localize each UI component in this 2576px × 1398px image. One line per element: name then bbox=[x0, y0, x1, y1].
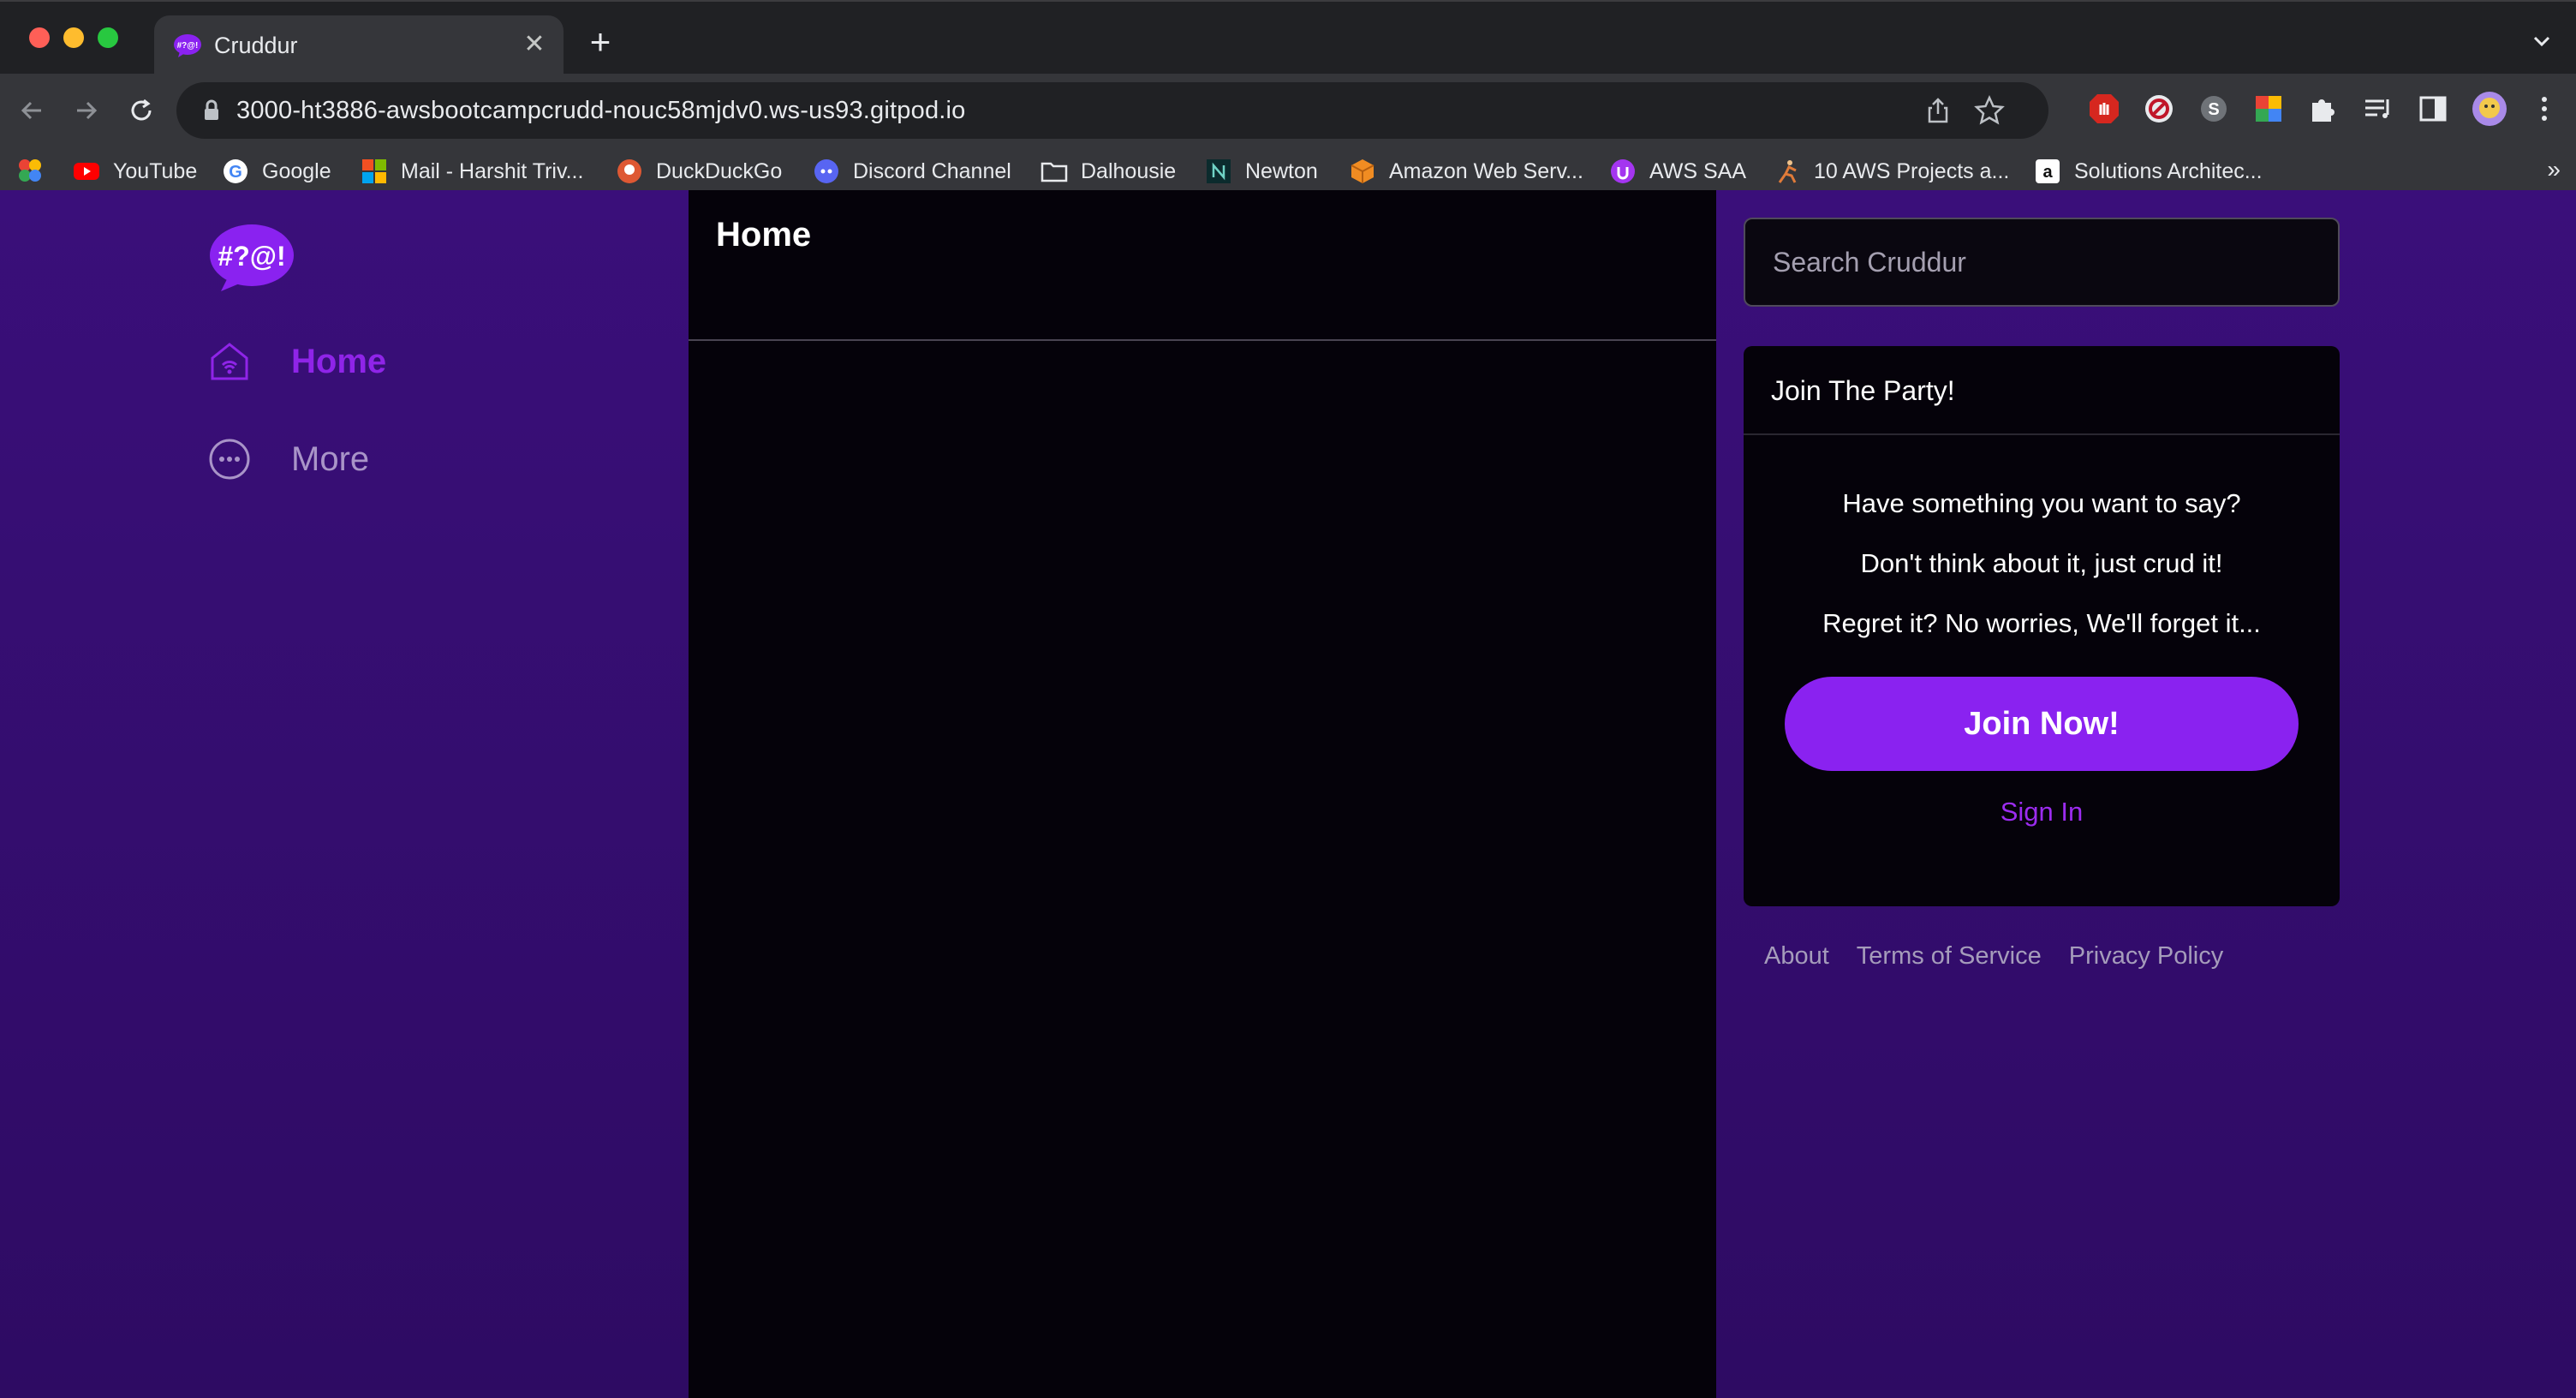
svg-text:G: G bbox=[229, 163, 242, 182]
bookmark-label: YouTube bbox=[113, 158, 198, 183]
bookmark-star-icon[interactable] bbox=[1973, 94, 2006, 127]
bookmark-aws-projects[interactable]: 10 AWS Projects a... bbox=[1773, 156, 2009, 187]
browser-toolbar: 3000-ht3886-awsbootcampcrudd-nouc58mjdv0… bbox=[0, 74, 2576, 206]
reload-icon[interactable] bbox=[122, 91, 161, 130]
pitch-line: Don't think about it, just crud it! bbox=[1860, 548, 2223, 578]
reading-list-icon[interactable] bbox=[2358, 89, 2398, 128]
svg-text:a: a bbox=[2042, 163, 2053, 182]
folder-icon bbox=[1041, 162, 1068, 182]
profile-avatar-icon[interactable] bbox=[2470, 89, 2509, 128]
join-card-header: Join The Party! bbox=[1744, 346, 2340, 435]
minimize-window-button[interactable] bbox=[63, 27, 84, 48]
lock-icon[interactable] bbox=[199, 98, 224, 123]
bookmark-label: Mail - Harshit Triv... bbox=[401, 158, 584, 183]
colorful-extension-icon[interactable] bbox=[2249, 89, 2288, 128]
browser-tab-cruddur[interactable]: #?@! Cruddur ✕ bbox=[154, 15, 564, 75]
google-icon: G bbox=[224, 159, 247, 183]
blocker-extension-icon[interactable] bbox=[2139, 89, 2179, 128]
bookmark-google[interactable]: G Google bbox=[221, 156, 331, 187]
footer-links: About Terms of Service Privacy Policy bbox=[1764, 942, 2251, 971]
newton-icon bbox=[1207, 159, 1231, 183]
join-now-button[interactable]: Join Now! bbox=[1785, 677, 2299, 771]
aws-icon bbox=[1351, 159, 1374, 183]
bookmark-label: Google bbox=[262, 158, 331, 183]
bookmark-label: Amazon Web Serv... bbox=[1389, 158, 1583, 183]
bookmark-label: AWS SAA bbox=[1649, 158, 1746, 183]
home-feed: Home bbox=[689, 190, 1716, 1398]
cruddur-page: #?@! Home More Home Search Cruddur Join … bbox=[0, 190, 2576, 1398]
address-bar[interactable]: 3000-ht3886-awsbootcampcrudd-nouc58mjdv0… bbox=[176, 82, 2048, 139]
sidebar-item-label: More bbox=[291, 439, 370, 478]
bookmark-mail[interactable]: Mail - Harshit Triv... bbox=[360, 156, 583, 187]
maximize-window-button[interactable] bbox=[98, 27, 118, 48]
bookmark-label: Newton bbox=[1245, 158, 1318, 183]
bookmark-label: 10 AWS Projects a... bbox=[1814, 158, 2010, 183]
footer-link-terms[interactable]: Terms of Service bbox=[1857, 942, 2042, 971]
cruddur-logo[interactable]: #?@! bbox=[209, 223, 295, 293]
pitch-line: Have something you want to say? bbox=[1842, 488, 2241, 518]
forward-arrow-icon[interactable] bbox=[67, 91, 106, 130]
bookmark-label: Dalhousie bbox=[1081, 158, 1177, 183]
svg-text:#?@!: #?@! bbox=[177, 41, 199, 51]
tab-close-icon[interactable]: ✕ bbox=[519, 29, 550, 60]
sidebar-item-label: Home bbox=[291, 342, 387, 380]
apps-pinwheel-icon[interactable] bbox=[15, 156, 45, 185]
new-tab-button[interactable]: + bbox=[582, 24, 618, 60]
footer-link-privacy[interactable]: Privacy Policy bbox=[2069, 942, 2224, 971]
search-input[interactable] bbox=[1744, 218, 2340, 307]
logo-text: #?@! bbox=[218, 241, 285, 272]
home-icon bbox=[211, 343, 248, 380]
bookmark-discord[interactable]: Discord Channel bbox=[812, 156, 1011, 187]
svg-text:S: S bbox=[2208, 100, 2219, 119]
pitch-line: Regret it? No worries, We'll forget it..… bbox=[1822, 608, 2261, 638]
sidebar-item-home[interactable]: Home bbox=[207, 336, 386, 387]
sign-in-link[interactable]: Sign In bbox=[1744, 797, 2340, 827]
sidebar-item-more[interactable]: More bbox=[207, 433, 369, 485]
puzzle-extensions-icon[interactable] bbox=[2304, 89, 2343, 128]
bookmark-duckduckgo[interactable]: DuckDuckGo bbox=[615, 156, 782, 187]
join-card-title: Join The Party! bbox=[1771, 375, 1955, 406]
s-extension-icon[interactable]: S bbox=[2194, 89, 2233, 128]
runner-icon bbox=[1778, 160, 1797, 183]
bookmark-aws-saa[interactable]: AWS SAA bbox=[1608, 156, 1746, 187]
amazon-icon: a bbox=[2036, 159, 2060, 183]
adblock-extension-icon[interactable] bbox=[2084, 89, 2124, 128]
youtube-icon bbox=[74, 163, 99, 180]
bookmark-label: DuckDuckGo bbox=[656, 158, 783, 183]
footer-link-about[interactable]: About bbox=[1764, 942, 1829, 971]
microsoft-icon bbox=[362, 159, 386, 183]
join-party-card: Join The Party! Have something you want … bbox=[1744, 346, 2340, 906]
page-title: Home bbox=[716, 216, 812, 254]
tab-search-chevron-icon[interactable] bbox=[2526, 26, 2557, 57]
sidebar: #?@! Home More bbox=[0, 190, 689, 1398]
close-window-button[interactable] bbox=[29, 27, 50, 48]
url-text[interactable]: 3000-ht3886-awsbootcampcrudd-nouc58mjdv0… bbox=[236, 94, 966, 127]
kebab-menu-icon[interactable] bbox=[2525, 89, 2564, 128]
bookmark-dalhousie[interactable]: Dalhousie bbox=[1040, 156, 1176, 187]
bookmark-aws[interactable]: Amazon Web Serv... bbox=[1348, 156, 1583, 187]
share-icon[interactable] bbox=[1923, 96, 1953, 125]
browser-titlebar: #?@! Cruddur ✕ + bbox=[0, 0, 2576, 75]
duckduckgo-icon bbox=[617, 159, 641, 183]
side-panel-icon[interactable] bbox=[2413, 89, 2453, 128]
more-bookmarks-chevron[interactable]: » bbox=[2547, 156, 2561, 183]
bookmark-label: Solutions Architec... bbox=[2074, 158, 2263, 183]
back-arrow-icon[interactable] bbox=[12, 91, 51, 130]
bookmark-solutions-architect[interactable]: a Solutions Architec... bbox=[2033, 156, 2263, 187]
tab-title: Cruddur bbox=[214, 33, 298, 58]
bookmark-label: Discord Channel bbox=[853, 158, 1011, 183]
udemy-icon bbox=[1611, 159, 1635, 183]
bookmark-newton[interactable]: Newton bbox=[1204, 156, 1318, 187]
cruddur-favicon-icon: #?@! bbox=[174, 34, 201, 57]
bookmark-youtube[interactable]: YouTube bbox=[72, 156, 197, 187]
discord-icon bbox=[814, 159, 838, 183]
feed-header: Home bbox=[689, 190, 1716, 341]
more-icon bbox=[209, 439, 250, 480]
